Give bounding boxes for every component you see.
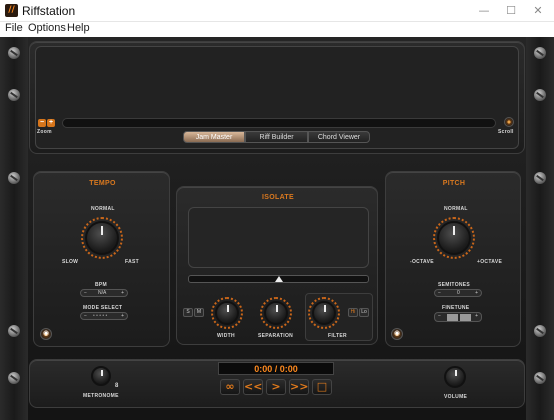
- pitch-dial[interactable]: [437, 221, 471, 255]
- pitch-normal-label: NORMAL: [444, 206, 468, 212]
- stop-button[interactable]: □: [312, 379, 332, 395]
- bpm-plus-button[interactable]: +: [121, 290, 124, 296]
- slider-handle[interactable]: [275, 276, 283, 282]
- tab-riff-builder[interactable]: Riff Builder: [245, 131, 308, 143]
- filter-label: FILTER: [328, 333, 347, 339]
- semitones-control: − 0 +: [434, 289, 482, 297]
- finetune-plus-button[interactable]: +: [475, 313, 478, 319]
- metronome-label: METRONOME: [83, 393, 119, 399]
- app-window: // Riffstation — ☐ ✕ File Options Help −: [0, 0, 554, 420]
- screw-icon: [534, 172, 546, 184]
- screw-icon: [534, 89, 546, 101]
- tab-jam-master[interactable]: Jam Master: [183, 131, 245, 143]
- tab-chord-viewer[interactable]: Chord Viewer: [308, 131, 370, 143]
- time-display: 0:00 / 0:00: [218, 362, 334, 375]
- hi-button[interactable]: Hi: [348, 308, 358, 317]
- scroll-toggle-button[interactable]: [504, 117, 514, 127]
- menu-bar: File Options Help: [0, 22, 554, 37]
- bpm-value: N/A: [98, 290, 107, 296]
- tempo-dial[interactable]: [85, 221, 119, 255]
- isolate-pan-slider[interactable]: [188, 275, 369, 283]
- screw-icon: [8, 372, 20, 384]
- semitones-minus-button[interactable]: −: [438, 290, 441, 296]
- tempo-power-button[interactable]: ◉: [40, 328, 52, 340]
- screw-icon: [8, 172, 20, 184]
- mode-minus-button[interactable]: −: [84, 313, 87, 319]
- app-logo-icon: //: [5, 4, 18, 17]
- zoom-out-button[interactable]: −: [38, 119, 46, 127]
- scroll-label: Scroll: [498, 129, 514, 135]
- filter-dial[interactable]: [312, 301, 336, 325]
- plus-octave-label: +OCTAVE: [477, 259, 503, 265]
- separation-dial[interactable]: [264, 301, 288, 325]
- mode-plus-button[interactable]: +: [121, 313, 124, 319]
- width-dial[interactable]: [215, 301, 239, 325]
- window-title: Riffstation: [22, 4, 76, 18]
- menu-options[interactable]: Options: [28, 22, 66, 34]
- volume-label: VOLUME: [444, 394, 468, 400]
- tempo-fast-label: FAST: [125, 259, 139, 265]
- screw-icon: [534, 372, 546, 384]
- pitch-title: PITCH: [442, 180, 466, 187]
- metronome-indicator: 8: [115, 383, 119, 389]
- zoom-label: Zoom: [37, 129, 52, 135]
- tempo-title: TEMPO: [89, 180, 116, 187]
- zoom-in-button[interactable]: +: [47, 119, 55, 127]
- finetune-label: FINETUNE: [442, 305, 470, 311]
- menu-file[interactable]: File: [5, 22, 23, 34]
- loop-button[interactable]: ∞: [220, 379, 240, 395]
- mode-value: • • • • •: [93, 313, 108, 319]
- maximize-button[interactable]: ☐: [500, 2, 522, 20]
- left-rail: [0, 37, 28, 420]
- screw-icon: [534, 47, 546, 59]
- metronome-dial[interactable]: [91, 366, 111, 386]
- tempo-slow-label: SLOW: [62, 259, 79, 265]
- pitch-power-button[interactable]: ◉: [391, 328, 403, 340]
- bpm-label: BPM: [95, 282, 108, 288]
- screw-icon: [534, 325, 546, 337]
- bpm-minus-button[interactable]: −: [84, 290, 87, 296]
- menu-help[interactable]: Help: [67, 22, 90, 34]
- solo-button[interactable]: S: [183, 308, 193, 317]
- finetune-control: − +: [434, 312, 482, 322]
- width-label: WIDTH: [217, 333, 235, 339]
- tempo-normal-label: NORMAL: [91, 206, 115, 212]
- volume-dial[interactable]: [444, 366, 466, 388]
- close-button[interactable]: ✕: [527, 2, 549, 20]
- tempo-panel: TEMPO NORMAL SLOW FAST BPM − N/A + MODE …: [33, 171, 170, 347]
- screw-icon: [8, 47, 20, 59]
- lo-button[interactable]: Lo: [359, 308, 369, 317]
- mode-select-control: − • • • • • +: [80, 312, 128, 320]
- waveform-scrollbar[interactable]: [62, 118, 496, 128]
- mode-select-label: MODE SELECT: [83, 305, 123, 311]
- finetune-minus-button[interactable]: −: [438, 313, 441, 319]
- rewind-button[interactable]: <<: [243, 379, 263, 395]
- finetune-segment[interactable]: [447, 314, 458, 321]
- minus-octave-label: -OCTAVE: [410, 259, 434, 265]
- screw-icon: [8, 325, 20, 337]
- semitones-value: 0: [457, 290, 460, 296]
- play-button[interactable]: >: [266, 379, 286, 395]
- isolate-panel: ISOLATE S M WIDTH SEPARATION Hi Lo FILTE…: [176, 186, 378, 345]
- semitones-label: SEMITONES: [438, 282, 471, 288]
- fast-forward-button[interactable]: >>: [289, 379, 309, 395]
- isolate-title: ISOLATE: [262, 194, 294, 201]
- semitones-plus-button[interactable]: +: [475, 290, 478, 296]
- pitch-panel: PITCH NORMAL -OCTAVE +OCTAVE SEMITONES −…: [385, 171, 521, 347]
- mute-button[interactable]: M: [194, 308, 204, 317]
- isolate-display[interactable]: [188, 207, 369, 268]
- finetune-segment[interactable]: [460, 314, 471, 321]
- screw-icon: [8, 89, 20, 101]
- minimize-button[interactable]: —: [473, 2, 495, 20]
- separation-label: SEPARATION: [258, 333, 294, 339]
- bpm-control: − N/A +: [80, 289, 128, 297]
- right-rail: [526, 37, 554, 420]
- title-bar: // Riffstation — ☐ ✕: [0, 0, 554, 22]
